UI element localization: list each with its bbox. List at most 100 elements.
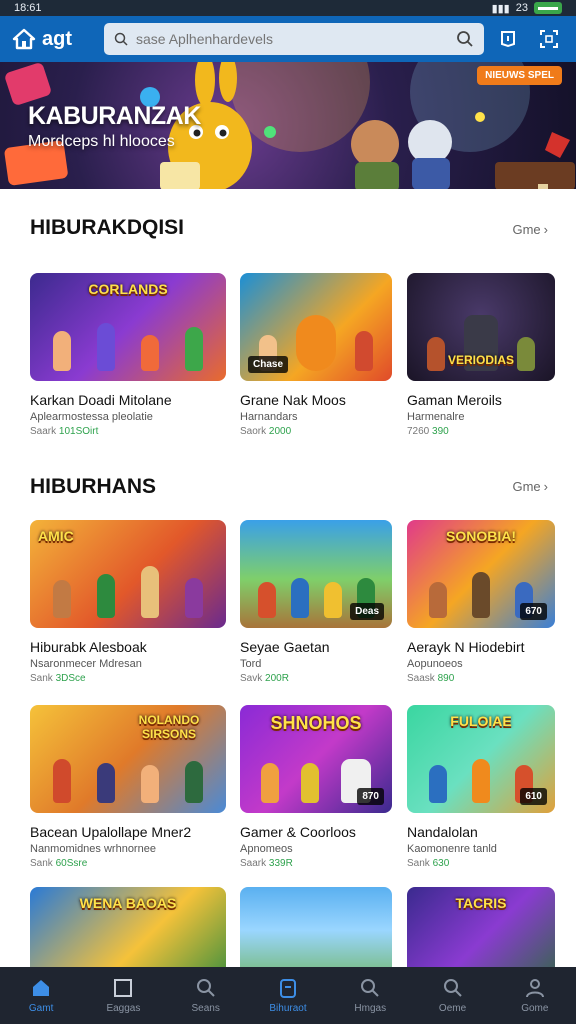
thumbnail-tag: Deas — [350, 603, 384, 620]
chevron-right-icon: › — [543, 479, 548, 494]
nav-item-explore[interactable]: Oeme — [411, 967, 493, 1024]
game-thumbnail: CORLANDS — [30, 273, 226, 381]
card-subtitle: Apnomeos — [240, 843, 293, 855]
home-icon — [33, 980, 50, 996]
game-card[interactable]: SONOBIA! 670 Aerayk N Hiodebirt Aopunoeo… — [407, 520, 555, 684]
card-title: Nandalolan — [407, 824, 478, 840]
hero-subtitle: Mordceps hl hlooces — [28, 133, 175, 150]
card-title: Grane Nak Moos — [240, 392, 346, 408]
header-actions — [498, 28, 560, 50]
nav-item-home[interactable]: Gamt — [0, 967, 82, 1024]
scan-icon — [540, 30, 558, 48]
scan-button[interactable] — [538, 28, 560, 50]
card-title: Gamer & Coorloos — [240, 824, 356, 840]
logo-text: agt — [42, 27, 72, 50]
thumbnail-tag: 870 — [357, 788, 384, 805]
search-submit-icon[interactable] — [456, 30, 474, 48]
nav-label: Seans — [191, 1003, 220, 1014]
nav-item-profile[interactable]: Gome — [494, 967, 576, 1024]
thumbnail-banner: FULOIAE — [450, 713, 512, 729]
more-label: Gme — [512, 222, 541, 237]
section-title-1: HIBURAKDQISI — [30, 216, 185, 239]
game-thumbnail: NOLANDO SIRSONS — [30, 705, 226, 813]
search-icon — [196, 979, 215, 997]
card-meta: Saask 890 — [407, 673, 455, 684]
clipboard-icon — [279, 979, 296, 998]
home-logo-icon — [12, 28, 36, 50]
game-card[interactable]: Deas Seyae Gaetan Tord Savk 200R — [240, 520, 392, 684]
status-bar: 18:61 ▮▮▮ 23 ▬▬ — [0, 0, 576, 16]
nav-label: Gamt — [28, 1003, 54, 1014]
thumbnail-tag: 610 — [520, 788, 547, 805]
bottom-navigation: Gamt Eaggas Seans Bihuraot Hmgas Oeme Go… — [0, 967, 576, 1024]
card-title: Gaman Meroils — [407, 392, 502, 408]
signal-icon: ▮▮▮ — [491, 2, 510, 15]
search-icon — [114, 32, 128, 46]
game-card[interactable]: AMIC Hiburabk Alesboak Nsaronmecer Mdres… — [30, 520, 226, 684]
card-subtitle: Aplearmostessa pleolatie — [30, 411, 153, 423]
app-logo[interactable]: agt — [12, 28, 104, 51]
nav-item-games[interactable]: Hmgas — [329, 967, 411, 1024]
card-meta: Sank 3DSce — [30, 673, 86, 684]
app-header: agt — [0, 16, 576, 62]
game-thumbnail: AMIC — [30, 520, 226, 628]
nav-label: Oeme — [438, 1003, 467, 1014]
square-icon — [114, 979, 133, 997]
card-meta: Saark 339R — [240, 858, 293, 869]
status-indicators: ▮▮▮ 23 ▬▬ — [492, 2, 562, 15]
nav-label: Eaggas — [106, 1003, 141, 1014]
thumbnail-banner: TACRIS — [455, 895, 507, 911]
thumbnail-banner: WENA BAOAS — [79, 895, 177, 911]
section-2-more-link[interactable]: Gme › — [512, 479, 548, 494]
game-card[interactable]: CORLANDS Karkan Doadi Mitolane Aplearmos… — [30, 273, 226, 437]
game-card[interactable]: FULOIAE 610 Nandalolan Kaomonenre tanld … — [407, 705, 555, 869]
card-title: Aerayk N Hiodebirt — [407, 639, 525, 655]
hero-badge[interactable]: NIEUWS SPEL — [477, 66, 562, 85]
status-time: 18:61 — [14, 2, 42, 14]
thumbnail-banner: SONOBIA! — [446, 528, 516, 544]
card-subtitle: Harnandars — [240, 411, 298, 423]
card-title: Karkan Doadi Mitolane — [30, 392, 172, 408]
game-card[interactable]: VERIODIAS Gaman Meroils Harmenalre 7260 … — [407, 273, 555, 437]
thumbnail-tag: 670 — [520, 603, 547, 620]
game-card[interactable]: NOLANDO SIRSONS Bacean Upalollape Mner2 … — [30, 705, 226, 869]
hero-title: KABURANZAK — [28, 102, 201, 130]
nav-item-pages[interactable]: Eaggas — [82, 967, 164, 1024]
nav-item-search[interactable]: Seans — [165, 967, 247, 1024]
card-meta: Saork 2000 — [240, 426, 292, 437]
tag-icon — [501, 31, 515, 48]
game-thumbnail: SONOBIA! 670 — [407, 520, 555, 628]
card-title: Hiburabk Alesboak — [30, 639, 147, 655]
card-subtitle: Nanmomidnes wrhnornee — [30, 843, 156, 855]
card-subtitle: Nsaronmecer Mdresan — [30, 658, 142, 670]
game-thumbnail: SHNOHOS 870 — [240, 705, 392, 813]
card-subtitle: Harmenalre — [407, 411, 465, 423]
game-thumbnail: VERIODIAS — [407, 273, 555, 381]
game-card[interactable]: SHNOHOS 870 Gamer & Coorloos Apnomeos Sa… — [240, 705, 392, 869]
nav-label: Gome — [521, 1003, 549, 1014]
game-card[interactable]: Chase Grane Nak Moos Harnandars Saork 20… — [240, 273, 392, 437]
section-1-more-link[interactable]: Gme › — [512, 222, 548, 237]
more-label: Gme — [512, 479, 541, 494]
battery-icon: ▬▬ — [534, 2, 562, 14]
thumbnail-characters — [40, 566, 216, 618]
thumbnail-banner: SHNOHOS — [270, 713, 362, 733]
search-bar[interactable] — [104, 23, 484, 55]
nav-item-entertainment[interactable]: Bihuraot — [247, 967, 329, 1024]
card-meta: Sank 630 — [407, 858, 450, 869]
card-meta: Savk 200R — [240, 673, 289, 684]
hero-banner[interactable]: KABURANZAK Mordceps hl hlooces NIEUWS SP… — [0, 62, 576, 189]
card-title: Seyae Gaetan — [240, 639, 330, 655]
card-meta: Saark 101SOirt — [30, 426, 99, 437]
card-subtitle: Kaomonenre tanld — [407, 843, 497, 855]
game-thumbnail: Deas — [240, 520, 392, 628]
card-meta: Sank 60Ssre — [30, 858, 88, 869]
notification-button[interactable] — [498, 28, 520, 50]
nav-label: Hmgas — [354, 1003, 387, 1014]
search-input[interactable] — [136, 31, 448, 47]
chevron-right-icon: › — [543, 222, 548, 237]
nav-label: Bihuraot — [269, 1003, 307, 1014]
game-thumbnail: FULOIAE 610 — [407, 705, 555, 813]
thumbnail-banner: NOLANDO SIRSONS — [138, 713, 200, 741]
thumbnail-tag: Chase — [248, 356, 289, 373]
